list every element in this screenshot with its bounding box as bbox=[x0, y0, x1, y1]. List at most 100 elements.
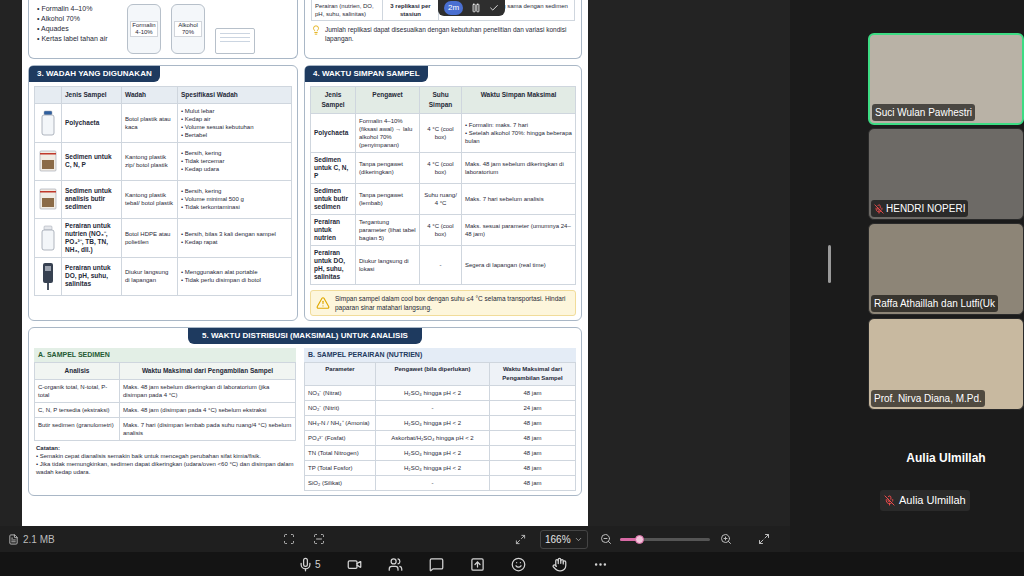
video-icon[interactable] bbox=[347, 557, 362, 572]
actual-size-icon[interactable] bbox=[515, 534, 526, 545]
table-row: Sedimen untuk analisis butir sedimenKant… bbox=[35, 180, 291, 218]
zoom-value: 166% bbox=[545, 532, 571, 547]
container-cell: Diukur langsung di lapangan bbox=[121, 258, 177, 295]
section-3: 3. WADAH YANG DIGUNAKAN Jenis SampelWadah… bbox=[28, 65, 298, 321]
table-row: SiO₂ (Silikat)-48 jam bbox=[305, 475, 575, 490]
mic-icon bbox=[298, 557, 313, 572]
raise-hand-icon[interactable] bbox=[552, 557, 567, 572]
table-cell: C-organik total, N-total, P-total bbox=[35, 380, 119, 402]
main-area: • Formalin 4–10%• Alkohol 70%• Aquades• … bbox=[0, 0, 1024, 552]
document-page: • Formalin 4–10%• Alkohol 70%• Aquades• … bbox=[22, 0, 588, 526]
container-cell: Kantong plastik zip/ botol plastik bbox=[121, 143, 177, 180]
participant-tile[interactable]: Prof. Nirva Diana, M.Pd. bbox=[868, 318, 1024, 410]
self-view[interactable]: Aulia Ulmillah bbox=[880, 490, 970, 511]
table-cell: 48 jam bbox=[489, 461, 575, 475]
spec-item: • Volume sesuai kebutuhan bbox=[181, 123, 288, 131]
participant-tile[interactable]: HENDRI NOPERI bbox=[868, 128, 1024, 220]
material-item: • Aquades bbox=[37, 24, 117, 34]
reactions-icon[interactable] bbox=[511, 557, 526, 572]
zoom-slider[interactable] bbox=[620, 538, 710, 541]
share-controls: 2m bbox=[438, 0, 505, 16]
pause-icon[interactable] bbox=[471, 3, 481, 13]
zoom-select[interactable]: 166% bbox=[540, 530, 588, 549]
participant-tile[interactable]: Raffa Athaillah dan Lutfi(Uk bbox=[868, 223, 1024, 315]
check-icon[interactable] bbox=[489, 3, 499, 13]
spec-cell: • Bersih, kering• Volume minimal 500 g• … bbox=[177, 181, 291, 218]
replication-cell: Perairan (nutrien, DO, pH, suhu, salinit… bbox=[312, 0, 382, 20]
table-cell: Butir sedimen (granulometri) bbox=[35, 418, 119, 440]
header-cell: Jenis Sampel bbox=[61, 87, 121, 103]
more-icon[interactable] bbox=[593, 557, 608, 572]
preservative-cell: Tergantung parameter (lihat tabel bagian… bbox=[355, 215, 419, 245]
label-card bbox=[215, 28, 255, 54]
header-cell bbox=[35, 87, 61, 103]
participants-icon[interactable] bbox=[388, 557, 403, 572]
share-icon[interactable] bbox=[470, 557, 485, 572]
section-3-title: 3. WADAH YANG DIGUNAKAN bbox=[29, 66, 160, 82]
sample-cell: Perairan untuk DO, pH, suhu, salinitas bbox=[311, 246, 355, 284]
bottles: Formalin 4-10%Alkohol 70% bbox=[127, 4, 255, 54]
participant-tile[interactable]: Suci Wulan Pawhestri bbox=[868, 33, 1024, 125]
sample-cell: Sedimen untuk butir sedimen bbox=[311, 184, 355, 214]
sections-row: 3. WADAH YANG DIGUNAKAN Jenis SampelWadah… bbox=[28, 65, 582, 321]
max-time-item: Segera di lapangan (real time) bbox=[465, 261, 572, 269]
container-cell: Botol HDPE atau polietilen bbox=[121, 219, 177, 257]
file-size: 2.1 MB bbox=[23, 532, 263, 547]
spec-item: • Volume minimal 500 g bbox=[181, 195, 288, 203]
table-row: NO₂⁻ (Nitrit)-24 jam bbox=[305, 400, 575, 415]
table-row: C, N, P tersedia (ekstraksi)Maks. 48 jam… bbox=[35, 402, 295, 417]
preservative-cell: Diukur langsung di lokasi bbox=[355, 246, 419, 284]
temp-cell: - bbox=[419, 246, 461, 284]
storage-note: Simpan sampel dalam cool box dengan suhu… bbox=[310, 290, 576, 316]
table-row: PolychaetaBotol plastik atau kaca• Mulut… bbox=[35, 103, 291, 142]
table-cell: H₂SO₄ hingga pH < 2 bbox=[375, 416, 489, 430]
section-5-columns: A. SAMPEL SEDIMENAnalisisWaktu Maksimal … bbox=[29, 348, 581, 492]
preservative-cell: Tanpa pengawet (lembab) bbox=[355, 184, 419, 214]
participant-name: HENDRI NOPERI bbox=[886, 201, 965, 216]
meter-icon bbox=[41, 262, 55, 290]
spec-item: • Mulut lebar bbox=[181, 107, 288, 115]
spec-cell: • Bersih, bilas 3 kali dengan sampel• Ke… bbox=[177, 219, 291, 257]
section-5-title: 5. WAKTU DISTRIBUSI (MAKSIMAL) UNTUK ANA… bbox=[188, 328, 422, 344]
spec-item: • Bersih, bilas 3 kali dengan sampel bbox=[181, 230, 288, 238]
spec-cell: • Menggunakan alat portable• Tidak perlu… bbox=[177, 258, 291, 295]
table-row: C-organik total, N-total, P-totalMaks. 4… bbox=[35, 379, 295, 402]
table-cell: PO₄³⁻ (Fosfat) bbox=[305, 431, 375, 445]
table-row: Perairan untuk DO, pH, suhu, salinitasDi… bbox=[35, 257, 291, 295]
zoom-slider-knob[interactable] bbox=[635, 535, 644, 544]
storage-table: Jenis SampelPengawetSuhu SimpanWaktu Sim… bbox=[310, 86, 576, 285]
split-handle-area bbox=[790, 0, 868, 552]
participant-name-tag: HENDRI NOPERI bbox=[871, 200, 968, 217]
bottle-label: Alkohol 70% bbox=[174, 21, 202, 37]
expand-icon[interactable] bbox=[758, 533, 770, 545]
sample-cell: Sedimen untuk C, N, P bbox=[61, 143, 121, 180]
materials-list: • Formalin 4–10%• Alkohol 70%• Aquades• … bbox=[37, 4, 117, 44]
water-title: B. SAMPEL PERAIRAN (NUTRIEN) bbox=[304, 348, 576, 363]
meeting-window: • Formalin 4–10%• Alkohol 70%• Aquades• … bbox=[0, 0, 1024, 576]
mic-button[interactable]: 5 bbox=[298, 557, 321, 572]
table-cell: NO₂⁻ (Nitrit) bbox=[305, 401, 375, 415]
table-cell: - bbox=[375, 401, 489, 415]
row-picture bbox=[35, 143, 61, 180]
section-5: 5. WAKTU DISTRIBUSI (MAKSIMAL) UNTUK ANA… bbox=[28, 327, 582, 497]
fit-page-icon[interactable] bbox=[283, 533, 295, 545]
zoom-in-icon[interactable] bbox=[720, 533, 732, 545]
table-cell: TN (Total Nitrogen) bbox=[305, 446, 375, 460]
split-handle[interactable] bbox=[828, 245, 831, 283]
header-cell: Suhu Simpan bbox=[419, 87, 461, 113]
label-line bbox=[220, 33, 250, 34]
water-table: ParameterPengawet (bila diperlukan)Waktu… bbox=[304, 362, 576, 491]
fit-width-icon[interactable] bbox=[313, 533, 325, 545]
zoom-out-icon[interactable] bbox=[600, 533, 612, 545]
max-time-cell: Maks. 7 hari sebelum analisis bbox=[461, 184, 575, 214]
table-header: Jenis SampelPengawetSuhu SimpanWaktu Sim… bbox=[311, 87, 575, 113]
bag-icon bbox=[39, 150, 57, 172]
table-row: Sedimen untuk C, N, PKantong plastik zip… bbox=[35, 142, 291, 180]
header-cell: Pengawet bbox=[355, 87, 419, 113]
table-row: Butir sedimen (granulometri)Maks. 7 hari… bbox=[35, 417, 295, 440]
header-cell: Wadah bbox=[121, 87, 177, 103]
toolbar-count: 5 bbox=[315, 557, 321, 572]
table-header: AnalisisWaktu Maksimal dari Pengambilan … bbox=[35, 363, 295, 379]
chat-icon[interactable] bbox=[429, 557, 444, 572]
warning-icon bbox=[316, 296, 330, 310]
